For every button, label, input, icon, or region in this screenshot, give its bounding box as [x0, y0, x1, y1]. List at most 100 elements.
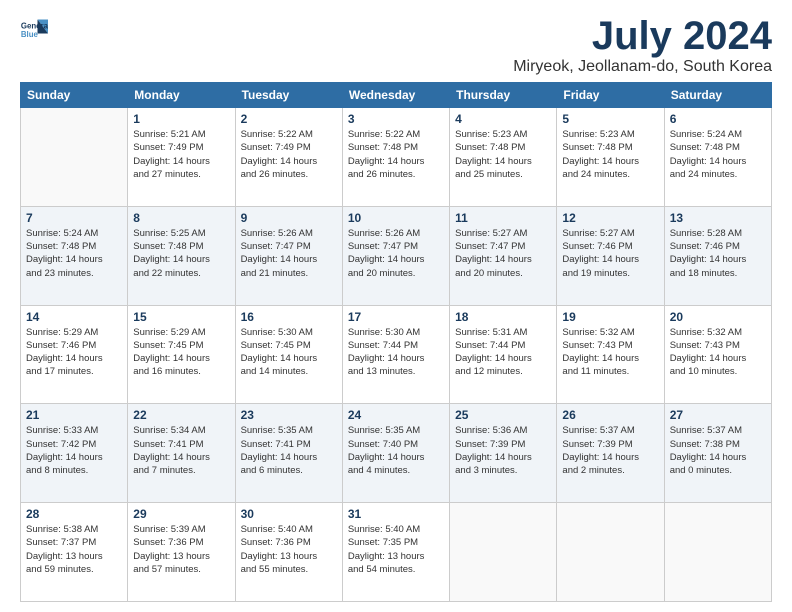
- day-number: 5: [562, 112, 658, 126]
- calendar-cell: 13 Sunrise: 5:28 AMSunset: 7:46 PMDayligh…: [664, 206, 771, 305]
- day-number: 30: [241, 507, 337, 521]
- calendar-table: SundayMondayTuesdayWednesdayThursdayFrid…: [20, 82, 772, 602]
- week-row-2: 7 Sunrise: 5:24 AMSunset: 7:48 PMDaylight…: [21, 206, 772, 305]
- calendar-cell: 18Sunrise: 5:31 AMSunset: 7:44 PMDayligh…: [450, 305, 557, 404]
- day-number: 21: [26, 408, 122, 422]
- weekday-thursday: Thursday: [450, 83, 557, 108]
- calendar-cell: 8Sunrise: 5:25 AMSunset: 7:48 PMDaylight…: [128, 206, 235, 305]
- header: General Blue July 2024 Miryeok, Jeollana…: [20, 16, 772, 76]
- day-number: 8: [133, 211, 229, 225]
- calendar-cell: [664, 503, 771, 602]
- week-row-4: 21 Sunrise: 5:33 AMSunset: 7:42 PMDayligh…: [21, 404, 772, 503]
- calendar-cell: 14 Sunrise: 5:29 AMSunset: 7:46 PMDayligh…: [21, 305, 128, 404]
- day-number: 15: [133, 310, 229, 324]
- calendar-cell: 10Sunrise: 5:26 AMSunset: 7:47 PMDayligh…: [342, 206, 449, 305]
- day-number: 23: [241, 408, 337, 422]
- page: General Blue July 2024 Miryeok, Jeollana…: [0, 0, 792, 612]
- day-info: Sunrise: 5:33 AMSunset: 7:42 PMDaylight:…: [26, 424, 122, 477]
- calendar-cell: 9Sunrise: 5:26 AMSunset: 7:47 PMDaylight…: [235, 206, 342, 305]
- day-info: Sunrise: 5:22 AMSunset: 7:49 PMDaylight:…: [241, 128, 337, 181]
- calendar-cell: 24 Sunrise: 5:35 AMSunset: 7:40 PMDayligh…: [342, 404, 449, 503]
- day-info: Sunrise: 5:21 AMSunset: 7:49 PMDaylight:…: [133, 128, 229, 181]
- day-info: Sunrise: 5:39 AMSunset: 7:36 PMDaylight:…: [133, 523, 229, 576]
- day-number: 2: [241, 112, 337, 126]
- calendar-cell: 28Sunrise: 5:38 AMSunset: 7:37 PMDayligh…: [21, 503, 128, 602]
- calendar-cell: 31 Sunrise: 5:40 AMSunset: 7:35 PMDayligh…: [342, 503, 449, 602]
- calendar-cell: 4 Sunrise: 5:23 AMSunset: 7:48 PMDaylight…: [450, 108, 557, 207]
- calendar-cell: 16 Sunrise: 5:30 AMSunset: 7:45 PMDayligh…: [235, 305, 342, 404]
- day-number: 31: [348, 507, 444, 521]
- day-info: Sunrise: 5:40 AMSunset: 7:35 PMDaylight:…: [348, 523, 444, 576]
- calendar-cell: 19 Sunrise: 5:32 AMSunset: 7:43 PMDayligh…: [557, 305, 664, 404]
- day-info: Sunrise: 5:36 AMSunset: 7:39 PMDaylight:…: [455, 424, 551, 477]
- calendar-cell: [557, 503, 664, 602]
- day-number: 27: [670, 408, 766, 422]
- calendar-cell: 5 Sunrise: 5:23 AMSunset: 7:48 PMDaylight…: [557, 108, 664, 207]
- day-info: Sunrise: 5:35 AMSunset: 7:41 PMDaylight:…: [241, 424, 337, 477]
- day-info: Sunrise: 5:37 AMSunset: 7:39 PMDaylight:…: [562, 424, 658, 477]
- day-info: Sunrise: 5:32 AMSunset: 7:43 PMDaylight:…: [670, 326, 766, 379]
- day-info: Sunrise: 5:22 AMSunset: 7:48 PMDaylight:…: [348, 128, 444, 181]
- calendar-cell: 27Sunrise: 5:37 AMSunset: 7:38 PMDayligh…: [664, 404, 771, 503]
- logo-icon: General Blue: [20, 16, 48, 44]
- day-info: Sunrise: 5:29 AMSunset: 7:46 PMDaylight:…: [26, 326, 122, 379]
- day-number: 13: [670, 211, 766, 225]
- calendar-cell: 3Sunrise: 5:22 AMSunset: 7:48 PMDaylight…: [342, 108, 449, 207]
- day-info: Sunrise: 5:35 AMSunset: 7:40 PMDaylight:…: [348, 424, 444, 477]
- day-number: 16: [241, 310, 337, 324]
- day-info: Sunrise: 5:24 AMSunset: 7:48 PMDaylight:…: [670, 128, 766, 181]
- calendar-cell: 6Sunrise: 5:24 AMSunset: 7:48 PMDaylight…: [664, 108, 771, 207]
- day-number: 9: [241, 211, 337, 225]
- logo: General Blue: [20, 16, 48, 44]
- calendar-cell: 30 Sunrise: 5:40 AMSunset: 7:36 PMDayligh…: [235, 503, 342, 602]
- calendar-cell: 7 Sunrise: 5:24 AMSunset: 7:48 PMDaylight…: [21, 206, 128, 305]
- weekday-tuesday: Tuesday: [235, 83, 342, 108]
- calendar-cell: 12 Sunrise: 5:27 AMSunset: 7:46 PMDayligh…: [557, 206, 664, 305]
- day-info: Sunrise: 5:27 AMSunset: 7:46 PMDaylight:…: [562, 227, 658, 280]
- calendar-cell: 22Sunrise: 5:34 AMSunset: 7:41 PMDayligh…: [128, 404, 235, 503]
- day-info: Sunrise: 5:24 AMSunset: 7:48 PMDaylight:…: [26, 227, 122, 280]
- calendar-cell: 25 Sunrise: 5:36 AMSunset: 7:39 PMDayligh…: [450, 404, 557, 503]
- day-number: 11: [455, 211, 551, 225]
- week-row-1: 1Sunrise: 5:21 AMSunset: 7:49 PMDaylight…: [21, 108, 772, 207]
- day-number: 26: [562, 408, 658, 422]
- calendar-cell: 23 Sunrise: 5:35 AMSunset: 7:41 PMDayligh…: [235, 404, 342, 503]
- day-number: 25: [455, 408, 551, 422]
- day-info: Sunrise: 5:40 AMSunset: 7:36 PMDaylight:…: [241, 523, 337, 576]
- title-area: July 2024 Miryeok, Jeollanam-do, South K…: [513, 16, 772, 76]
- day-number: 19: [562, 310, 658, 324]
- day-number: 4: [455, 112, 551, 126]
- svg-text:Blue: Blue: [21, 30, 39, 39]
- svg-text:General: General: [21, 21, 48, 30]
- calendar-cell: 11Sunrise: 5:27 AMSunset: 7:47 PMDayligh…: [450, 206, 557, 305]
- weekday-header-row: SundayMondayTuesdayWednesdayThursdayFrid…: [21, 83, 772, 108]
- day-info: Sunrise: 5:28 AMSunset: 7:46 PMDaylight:…: [670, 227, 766, 280]
- day-number: 12: [562, 211, 658, 225]
- day-number: 28: [26, 507, 122, 521]
- week-row-3: 14 Sunrise: 5:29 AMSunset: 7:46 PMDayligh…: [21, 305, 772, 404]
- day-number: 17: [348, 310, 444, 324]
- day-info: Sunrise: 5:23 AMSunset: 7:48 PMDaylight:…: [562, 128, 658, 181]
- day-info: Sunrise: 5:31 AMSunset: 7:44 PMDaylight:…: [455, 326, 551, 379]
- day-info: Sunrise: 5:30 AMSunset: 7:45 PMDaylight:…: [241, 326, 337, 379]
- day-number: 24: [348, 408, 444, 422]
- calendar-cell: 1Sunrise: 5:21 AMSunset: 7:49 PMDaylight…: [128, 108, 235, 207]
- calendar-cell: [450, 503, 557, 602]
- week-row-5: 28Sunrise: 5:38 AMSunset: 7:37 PMDayligh…: [21, 503, 772, 602]
- weekday-wednesday: Wednesday: [342, 83, 449, 108]
- weekday-friday: Friday: [557, 83, 664, 108]
- day-info: Sunrise: 5:34 AMSunset: 7:41 PMDaylight:…: [133, 424, 229, 477]
- day-info: Sunrise: 5:32 AMSunset: 7:43 PMDaylight:…: [562, 326, 658, 379]
- month-title: July 2024: [513, 16, 772, 56]
- weekday-saturday: Saturday: [664, 83, 771, 108]
- day-info: Sunrise: 5:23 AMSunset: 7:48 PMDaylight:…: [455, 128, 551, 181]
- calendar-cell: 17Sunrise: 5:30 AMSunset: 7:44 PMDayligh…: [342, 305, 449, 404]
- day-number: 7: [26, 211, 122, 225]
- day-number: 14: [26, 310, 122, 324]
- calendar-cell: 20Sunrise: 5:32 AMSunset: 7:43 PMDayligh…: [664, 305, 771, 404]
- calendar-cell: 29Sunrise: 5:39 AMSunset: 7:36 PMDayligh…: [128, 503, 235, 602]
- weekday-monday: Monday: [128, 83, 235, 108]
- calendar-cell: 26 Sunrise: 5:37 AMSunset: 7:39 PMDayligh…: [557, 404, 664, 503]
- day-info: Sunrise: 5:26 AMSunset: 7:47 PMDaylight:…: [348, 227, 444, 280]
- calendar-cell: [21, 108, 128, 207]
